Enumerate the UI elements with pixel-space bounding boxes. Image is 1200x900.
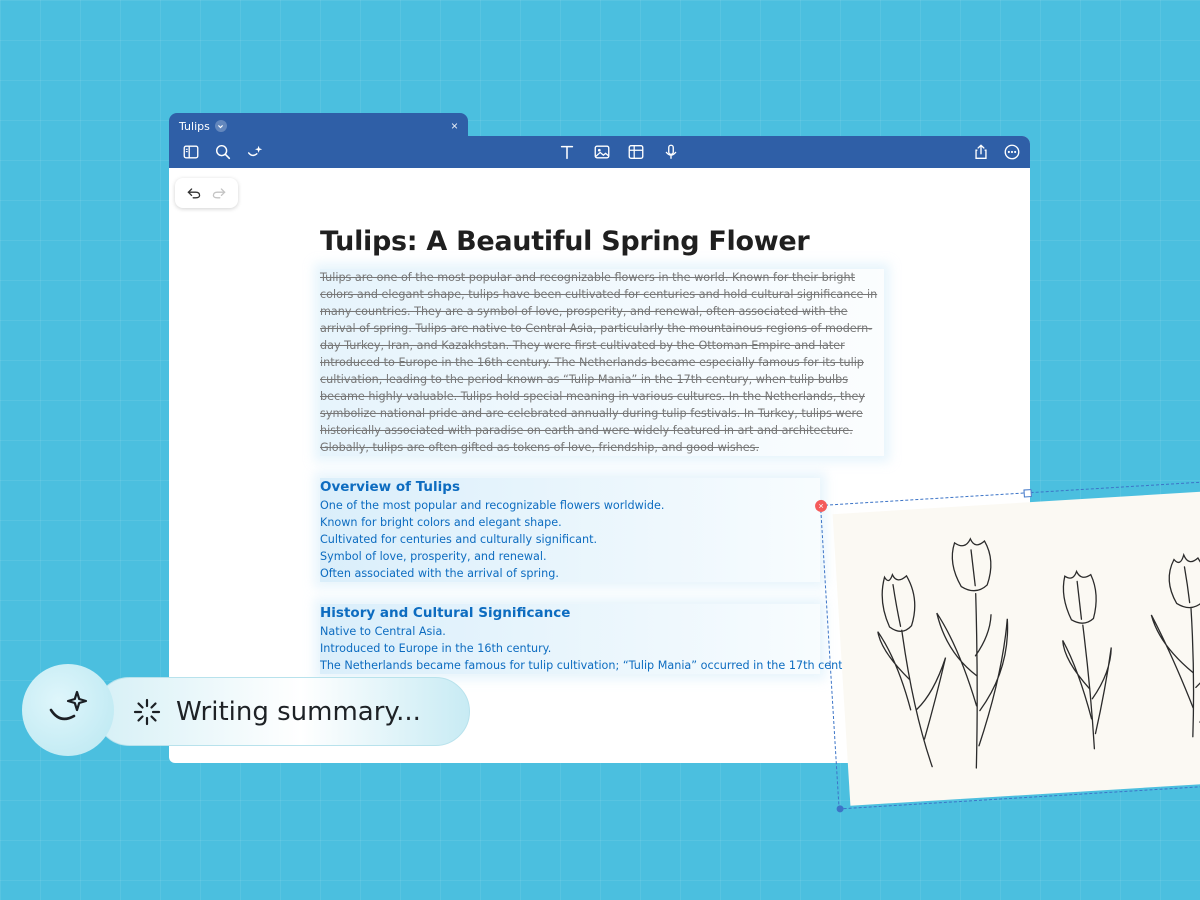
original-paragraph: Tulips are one of the most popular and r… xyxy=(320,269,884,456)
ai-sparkle-icon[interactable] xyxy=(244,141,266,163)
list-item: The Netherlands became famous for tulip … xyxy=(320,659,863,672)
list-item: Introduced to Europe in the 16th century… xyxy=(320,642,552,655)
list-item: Known for bright colors and elegant shap… xyxy=(320,516,562,529)
delete-image-button[interactable]: × xyxy=(814,499,828,513)
page-title: Tulips: A Beautiful Spring Flower xyxy=(320,226,810,257)
toolbar xyxy=(169,136,1030,168)
list-item: Symbol of love, prosperity, and renewal. xyxy=(320,550,547,563)
writing-status-pill: Writing summary... xyxy=(95,677,470,746)
writing-status-label: Writing summary... xyxy=(176,696,421,727)
close-tab-button[interactable]: × xyxy=(451,119,458,133)
ai-sparkle-icon xyxy=(49,690,88,721)
list-item: Cultivated for centuries and culturally … xyxy=(320,533,598,546)
search-icon[interactable] xyxy=(212,141,234,163)
image-icon[interactable] xyxy=(591,141,613,163)
microphone-icon[interactable] xyxy=(660,141,682,163)
list-item: One of the most popular and recognizable… xyxy=(320,499,665,512)
undo-icon[interactable] xyxy=(186,185,202,201)
redo-icon[interactable] xyxy=(211,185,227,201)
resize-handle-bottom-left[interactable] xyxy=(836,805,844,813)
tab-title: Tulips xyxy=(179,119,210,133)
summary-section-history: History and Cultural Significance Native… xyxy=(320,604,863,674)
list-item: Often associated with the arrival of spr… xyxy=(320,567,559,580)
loading-spinner-icon xyxy=(133,698,161,725)
text-icon[interactable] xyxy=(556,141,578,163)
section-heading: Overview of Tulips xyxy=(320,479,460,495)
resize-handle-top[interactable] xyxy=(1023,489,1032,498)
more-icon[interactable] xyxy=(1001,141,1023,163)
tulip-image-selection[interactable]: × xyxy=(814,478,1200,813)
table-icon[interactable] xyxy=(625,141,647,163)
undo-redo-controls xyxy=(175,178,238,208)
chevron-down-icon[interactable] xyxy=(214,120,227,132)
section-heading: History and Cultural Significance xyxy=(320,605,571,621)
list-item: Native to Central Asia. xyxy=(320,625,446,638)
share-icon[interactable] xyxy=(970,141,992,163)
selection-frame: × xyxy=(814,478,1200,813)
sidebar-icon[interactable] xyxy=(180,141,202,163)
ai-assistant-button[interactable] xyxy=(22,664,114,756)
document-body[interactable]: Tulips: A Beautiful Spring Flower Tulips… xyxy=(320,226,890,674)
summary-section-overview: Overview of Tulips One of the most popul… xyxy=(320,478,820,582)
